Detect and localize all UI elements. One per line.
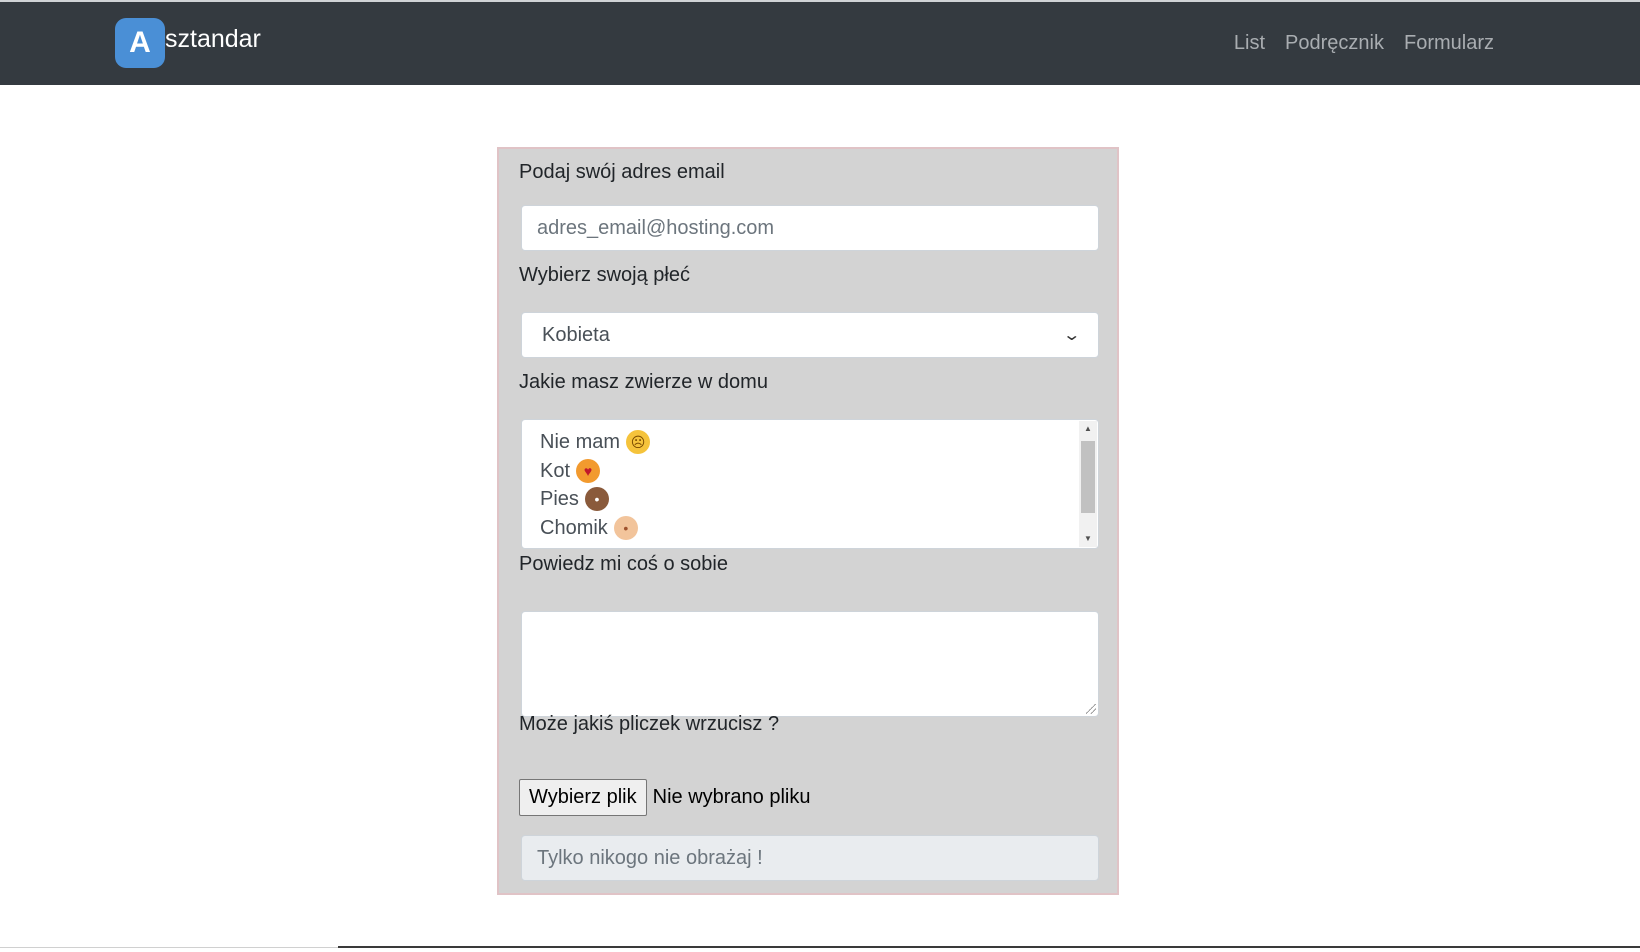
pet-option-label: Kot: [540, 459, 571, 482]
email-input[interactable]: [521, 205, 1099, 251]
pets-multiselect[interactable]: Nie mam ☹ Kot ♥ Pies • Chomik • ▲ ▼: [521, 419, 1099, 549]
pet-option-label: Nie mam: [540, 431, 621, 453]
gender-label: Wybierz swoją płeć: [519, 264, 690, 286]
dog-face-icon: •: [584, 487, 609, 512]
listbox-scrollbar[interactable]: ▲ ▼: [1079, 421, 1097, 547]
about-textarea[interactable]: [521, 611, 1099, 717]
contact-form: Podaj swój adres email Wybierz swoją płe…: [497, 147, 1119, 895]
chevron-down-icon: ⌄: [1061, 327, 1081, 344]
scrollbar-thumb[interactable]: [1081, 441, 1095, 513]
pets-label: Jakie masz zwierze w domu: [519, 371, 768, 393]
nav-link-list[interactable]: List: [1234, 32, 1265, 55]
gender-select[interactable]: Kobieta ⌄: [521, 312, 1099, 358]
file-input: Wybierz plik Nie wybrano pliku: [519, 779, 810, 816]
sad-face-icon: ☹: [626, 430, 651, 455]
pet-option-hamster[interactable]: Chomik •: [540, 514, 1098, 543]
pet-option-none[interactable]: Nie mam ☹: [540, 428, 1098, 457]
file-label: Może jakiś pliczek wrzucisz ?: [519, 713, 780, 735]
pet-option-cat[interactable]: Kot ♥: [540, 457, 1098, 486]
nav-link-podrecznik[interactable]: Podręcznik: [1285, 32, 1384, 55]
pet-option-label: Pies: [540, 488, 579, 510]
file-status: Nie wybrano pliku: [652, 786, 811, 808]
bottom-horizontal-scrollbar[interactable]: [338, 946, 1640, 948]
navbar: A sztandar List Podręcznik Formularz: [0, 2, 1640, 85]
cat-face-icon: ♥: [576, 458, 601, 483]
disabled-input: [521, 835, 1099, 881]
email-label: Podaj swój adres email: [519, 161, 725, 183]
pet-option-label: Chomik: [540, 516, 608, 539]
scroll-down-icon[interactable]: ▼: [1079, 531, 1097, 547]
hamster-face-icon: •: [613, 515, 638, 540]
pet-option-dog[interactable]: Pies •: [540, 485, 1098, 514]
nav-link-formularz[interactable]: Formularz: [1404, 32, 1494, 55]
brand-text: sztandar: [165, 25, 261, 53]
scroll-up-icon[interactable]: ▲: [1079, 421, 1097, 437]
brand-logo-icon: A: [115, 18, 165, 68]
resize-handle-icon[interactable]: [1086, 704, 1096, 714]
brand-link[interactable]: A sztandar: [115, 18, 261, 68]
nav-links: List Podręcznik Formularz: [1234, 32, 1494, 55]
about-label: Powiedz mi coś o sobie: [519, 553, 728, 575]
gender-select-value: Kobieta: [542, 323, 610, 346]
choose-file-button[interactable]: Wybierz plik: [519, 779, 647, 816]
